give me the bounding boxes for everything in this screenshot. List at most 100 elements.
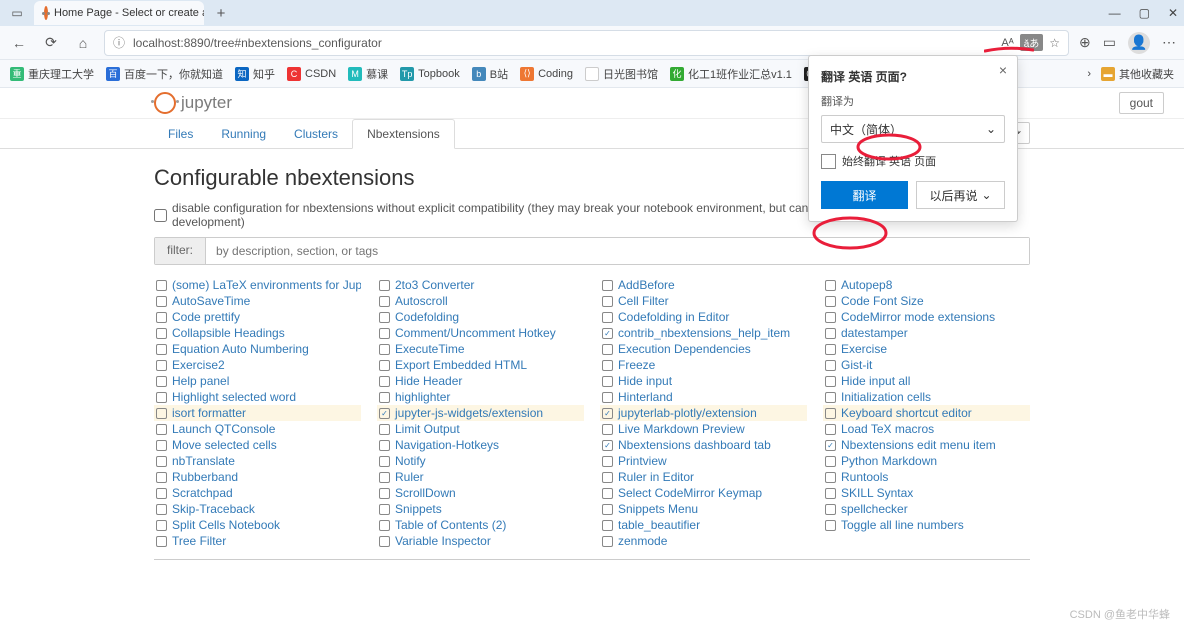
extension-checkbox[interactable]: [156, 488, 167, 499]
address-bar[interactable]: ⓘ localhost:8890/tree#nbextensions_confi…: [104, 30, 1069, 56]
extension-item[interactable]: Tree Filter: [154, 533, 361, 549]
extension-checkbox[interactable]: [156, 472, 167, 483]
extension-item[interactable]: Codefolding: [377, 309, 584, 325]
extension-checkbox[interactable]: [825, 504, 836, 515]
tab-nbextensions[interactable]: Nbextensions: [352, 119, 455, 149]
extension-item[interactable]: Scratchpad: [154, 485, 361, 501]
extension-checkbox[interactable]: [602, 504, 613, 515]
extension-item[interactable]: Code prettify: [154, 309, 361, 325]
extension-checkbox[interactable]: [825, 376, 836, 387]
extension-item[interactable]: Hinterland: [600, 389, 807, 405]
extension-item[interactable]: Notify: [377, 453, 584, 469]
filter-input[interactable]: [206, 238, 1029, 264]
extension-checkbox[interactable]: [602, 280, 613, 291]
extension-item[interactable]: nbTranslate: [154, 453, 361, 469]
extension-item[interactable]: Highlight selected word: [154, 389, 361, 405]
extension-item[interactable]: Help panel: [154, 373, 361, 389]
extension-checkbox[interactable]: [156, 280, 167, 291]
browser-tab[interactable]: Home Page - Select or create a n ×: [34, 1, 204, 25]
extension-checkbox[interactable]: [379, 280, 390, 291]
extension-checkbox[interactable]: [825, 456, 836, 467]
extension-checkbox[interactable]: [379, 488, 390, 499]
extension-item[interactable]: highlighter: [377, 389, 584, 405]
extension-item[interactable]: isort formatter: [154, 405, 361, 421]
extension-checkbox[interactable]: [156, 376, 167, 387]
extension-item[interactable]: Limit Output: [377, 421, 584, 437]
extension-checkbox[interactable]: [602, 520, 613, 531]
extension-checkbox[interactable]: [602, 392, 613, 403]
extension-item[interactable]: Python Markdown: [823, 453, 1030, 469]
bookmark-item[interactable]: ⟨⟩Coding: [520, 67, 573, 81]
extension-item[interactable]: Nbextensions dashboard tab: [600, 437, 807, 453]
window-maximize[interactable]: ▢: [1139, 6, 1150, 20]
extension-item[interactable]: contrib_nbextensions_help_item: [600, 325, 807, 341]
extension-checkbox[interactable]: [156, 344, 167, 355]
extension-item[interactable]: Select CodeMirror Keymap: [600, 485, 807, 501]
extension-checkbox[interactable]: [825, 424, 836, 435]
bookmark-item[interactable]: bB站: [472, 66, 508, 82]
extension-checkbox[interactable]: [379, 504, 390, 515]
extension-item[interactable]: SKILL Syntax: [823, 485, 1030, 501]
extension-checkbox[interactable]: [156, 504, 167, 515]
extension-item[interactable]: Equation Auto Numbering: [154, 341, 361, 357]
back-button[interactable]: ←: [8, 32, 30, 54]
extension-checkbox[interactable]: [602, 344, 613, 355]
extension-checkbox[interactable]: [602, 488, 613, 499]
extension-item[interactable]: datestamper: [823, 325, 1030, 341]
translate-badge[interactable]: ǎあ: [1020, 34, 1044, 51]
extension-checkbox[interactable]: [602, 456, 613, 467]
tab-clusters[interactable]: Clusters: [280, 120, 352, 148]
extension-checkbox[interactable]: [156, 296, 167, 307]
extension-item[interactable]: Nbextensions edit menu item: [823, 437, 1030, 453]
extension-checkbox[interactable]: [825, 472, 836, 483]
extension-item[interactable]: Codefolding in Editor: [600, 309, 807, 325]
extension-item[interactable]: Autoscroll: [377, 293, 584, 309]
extension-checkbox[interactable]: [602, 536, 613, 547]
refresh-button[interactable]: ⟳: [40, 32, 62, 54]
extension-item[interactable]: Gist-it: [823, 357, 1030, 373]
extension-checkbox[interactable]: [379, 296, 390, 307]
extension-item[interactable]: Hide Header: [377, 373, 584, 389]
extension-checkbox[interactable]: [156, 392, 167, 403]
extension-checkbox[interactable]: [156, 360, 167, 371]
extension-item[interactable]: Ruler: [377, 469, 584, 485]
extension-item[interactable]: Initialization cells: [823, 389, 1030, 405]
translate-button[interactable]: 翻译: [821, 181, 908, 209]
extension-item[interactable]: Printview: [600, 453, 807, 469]
extension-item[interactable]: zenmode: [600, 533, 807, 549]
extension-checkbox[interactable]: [379, 376, 390, 387]
extension-item[interactable]: Comment/Uncomment Hotkey: [377, 325, 584, 341]
extension-item[interactable]: Skip-Traceback: [154, 501, 361, 517]
extension-checkbox[interactable]: [825, 344, 836, 355]
window-close[interactable]: ✕: [1168, 6, 1178, 20]
extension-checkbox[interactable]: [602, 440, 613, 451]
extension-item[interactable]: spellchecker: [823, 501, 1030, 517]
extension-item[interactable]: Table of Contents (2): [377, 517, 584, 533]
extension-item[interactable]: Freeze: [600, 357, 807, 373]
extension-item[interactable]: Navigation-Hotkeys: [377, 437, 584, 453]
bookmark-overflow[interactable]: ›: [1087, 68, 1091, 80]
extension-item[interactable]: ExecuteTime: [377, 341, 584, 357]
extension-item[interactable]: Live Markdown Preview: [600, 421, 807, 437]
extension-checkbox[interactable]: [156, 536, 167, 547]
home-button[interactable]: ⌂: [72, 32, 94, 54]
extension-item[interactable]: jupyter-js-widgets/extension: [377, 405, 584, 421]
extension-item[interactable]: CodeMirror mode extensions: [823, 309, 1030, 325]
extension-checkbox[interactable]: [379, 360, 390, 371]
extension-checkbox[interactable]: [825, 392, 836, 403]
extensions-icon[interactable]: ⊕: [1079, 34, 1091, 51]
extension-item[interactable]: Hide input: [600, 373, 807, 389]
extension-checkbox[interactable]: [825, 280, 836, 291]
extension-checkbox[interactable]: [602, 376, 613, 387]
bookmark-item[interactable]: TpTopbook: [400, 67, 460, 81]
extension-checkbox[interactable]: [825, 440, 836, 451]
extension-item[interactable]: Variable Inspector: [377, 533, 584, 549]
extension-checkbox[interactable]: [379, 520, 390, 531]
extension-item[interactable]: Load TeX macros: [823, 421, 1030, 437]
extension-checkbox[interactable]: [825, 296, 836, 307]
language-select[interactable]: 中文（简体） ⌄: [821, 115, 1005, 143]
bookmark-item[interactable]: 化化工1班作业汇总v1.1: [670, 66, 792, 82]
extension-item[interactable]: Autopep8: [823, 277, 1030, 293]
bookmark-item[interactable]: 百百度一下，你就知道: [106, 66, 223, 82]
extension-item[interactable]: Execution Dependencies: [600, 341, 807, 357]
